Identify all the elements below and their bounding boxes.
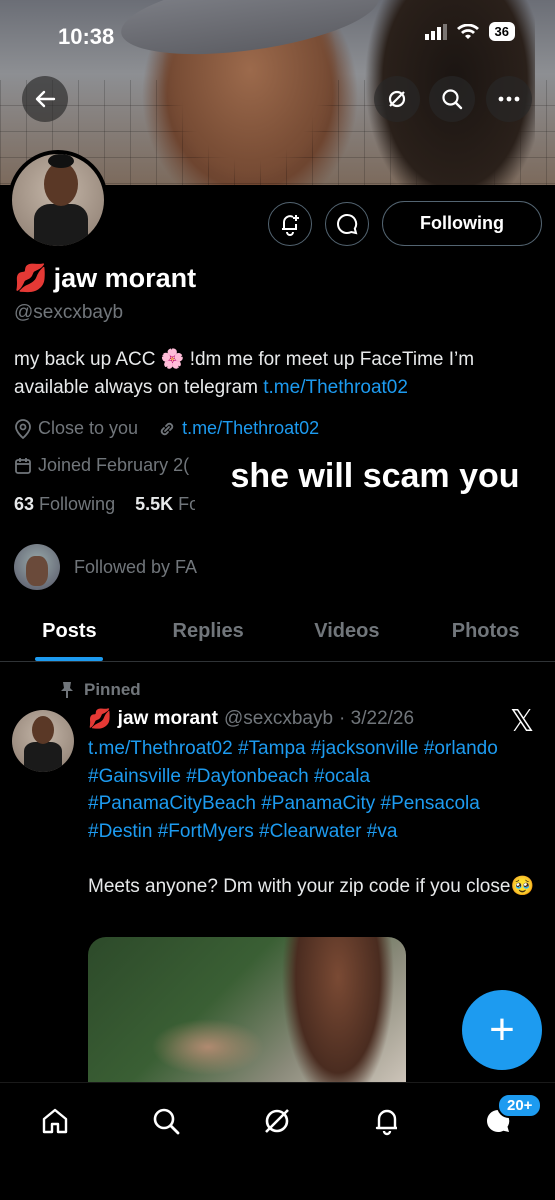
message-icon (337, 213, 358, 235)
search-icon (442, 89, 463, 110)
notification-bell-plus-icon (282, 215, 299, 236)
pinned-label: Pinned (84, 680, 141, 699)
grok-icon (265, 1109, 289, 1133)
post-date: · 3/22/26 (339, 708, 415, 729)
joined-row: Joined February 2( (14, 455, 189, 476)
search-profile-button[interactable] (429, 76, 475, 122)
followed-by-text: Followed by FA (74, 556, 198, 577)
bell-icon (375, 1109, 397, 1136)
bottom-navigation (0, 1082, 555, 1200)
tab-videos[interactable]: Videos (278, 608, 417, 661)
display-name-text: jaw morant (53, 262, 197, 293)
back-button[interactable] (22, 76, 68, 122)
home-icon (42, 1108, 68, 1134)
more-icon (498, 96, 520, 102)
lips-emoji: 💋 (14, 263, 48, 293)
follower-avatar (14, 544, 60, 590)
pin-icon (61, 682, 73, 698)
x-logo-icon[interactable]: 𝕏 (510, 704, 534, 739)
followed-by-row[interactable]: Followed by FA (14, 544, 197, 590)
profile-bio: my back up ACC 🌸 !dm me for meet up Face… (14, 346, 544, 402)
signal-icon (424, 23, 447, 40)
following-button[interactable]: Following (382, 201, 542, 246)
following-stat[interactable]: 63 Following (14, 494, 115, 514)
location-text: Close to you (38, 418, 139, 438)
plus-icon: + (489, 1005, 515, 1054)
link-icon (160, 422, 174, 435)
post-emoji: 🥹 (510, 875, 535, 897)
post-text: Meets anyone? Dm with your zip code if y… (88, 875, 511, 897)
nav-home[interactable] (35, 1101, 75, 1141)
followers-stat[interactable]: 5.5K Fo (135, 494, 199, 514)
battery-indicator: 36 (488, 22, 515, 41)
wifi-icon (456, 23, 479, 39)
joined-text: Joined February 2( (38, 455, 190, 475)
back-arrow-icon (35, 90, 56, 108)
more-options-button[interactable] (486, 76, 532, 122)
following-label: Following (39, 494, 116, 514)
messages-badge: 20+ (497, 1093, 543, 1118)
post-body: t.me/Thethroat02 #Tampa #jacksonville #o… (88, 735, 543, 900)
post-avatar[interactable] (12, 710, 74, 772)
tab-photos[interactable]: Photos (416, 608, 555, 661)
post-lips-emoji: 💋 (88, 709, 112, 730)
website-link[interactable]: t.me/Thethroat02 (182, 418, 319, 439)
nav-grok[interactable] (257, 1101, 297, 1141)
grok-button[interactable] (374, 76, 420, 122)
status-time: 10:38 (58, 24, 115, 49)
post-link[interactable]: t.me/Thethroat02 (88, 738, 233, 759)
follow-stats: 63 Following 5.5K Fo (14, 494, 199, 515)
nav-search[interactable] (146, 1101, 186, 1141)
compose-post-button[interactable]: + (462, 990, 542, 1070)
calendar-icon (15, 457, 31, 474)
following-count: 63 (14, 494, 35, 514)
status-icons: 36 (424, 22, 515, 41)
profile-avatar[interactable] (8, 150, 108, 250)
profile-meta-row: Close to you t.me/Thethroat02 (14, 418, 319, 439)
post-header: 💋 jaw morant @sexcxbayb · 3/22/26 (88, 707, 414, 731)
message-button[interactable] (325, 202, 369, 246)
location-pin-icon (15, 418, 31, 439)
tab-replies[interactable]: Replies (139, 608, 278, 661)
pinned-indicator: Pinned (60, 680, 141, 700)
post-author-handle: @sexcxbayb (223, 708, 334, 729)
post-author-name[interactable]: jaw morant (118, 708, 218, 730)
notifications-subscribe-button[interactable] (268, 202, 312, 246)
post-media-image[interactable] (88, 937, 406, 1087)
grok-icon (388, 90, 406, 108)
nav-notifications[interactable] (367, 1101, 407, 1141)
bio-link[interactable]: t.me/Thethroat02 (263, 377, 408, 398)
search-icon (153, 1108, 180, 1135)
profile-display-name: 💋 jaw morant (14, 262, 196, 294)
followers-count: 5.5K (135, 494, 174, 514)
overlay-caption: she will scam you (195, 452, 555, 552)
tab-posts[interactable]: Posts (0, 608, 139, 661)
profile-tabs: Posts Replies Videos Photos (0, 608, 555, 662)
profile-handle: @sexcxbayb (14, 302, 124, 323)
